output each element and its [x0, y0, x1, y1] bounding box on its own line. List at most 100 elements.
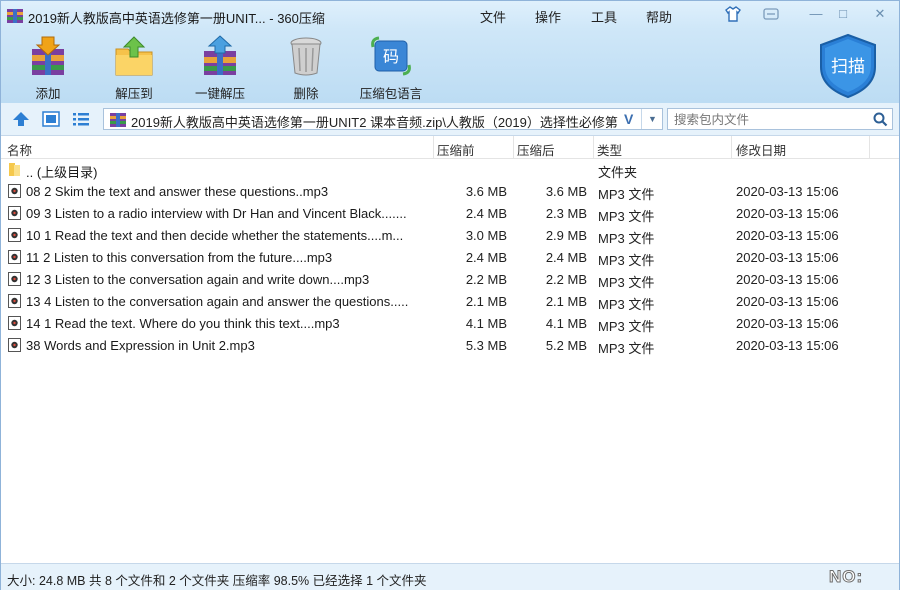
- archive-language-glyph: 码: [383, 47, 399, 66]
- search-icon[interactable]: [873, 112, 888, 127]
- zip-archive-icon: [110, 113, 126, 127]
- file-size-after: 5.2 MB: [545, 338, 587, 353]
- trash-icon: [290, 37, 322, 76]
- search-box[interactable]: [667, 108, 893, 130]
- one-click-extract-label: 一键解压: [194, 87, 245, 101]
- archive-language-label: 压缩包语言: [359, 87, 423, 101]
- mp3-file-icon: [8, 316, 21, 330]
- file-size-before: 2.1 MB: [465, 294, 507, 309]
- one-click-extract-icon: [204, 35, 236, 75]
- file-type: MP3 文件: [598, 187, 655, 202]
- file-row[interactable]: 38 Words and Expression in Unit 2.mp3 5.3…: [1, 334, 899, 356]
- up-arrow-icon[interactable]: [11, 110, 31, 128]
- column-name[interactable]: 名称: [7, 140, 32, 159]
- menu-operate[interactable]: 操作: [535, 7, 561, 26]
- file-row[interactable]: 13 4 Listen to the conversation again an…: [1, 290, 899, 312]
- mp3-file-icon: [8, 294, 21, 308]
- list-view-icon[interactable]: [71, 110, 91, 128]
- file-date: 2020-03-13 15:06: [736, 206, 839, 221]
- file-type: 文件夹: [598, 165, 638, 180]
- one-click-extract-button[interactable]: 一键解压: [185, 35, 255, 102]
- file-size-after: 2.9 MB: [545, 228, 587, 243]
- column-size-after[interactable]: 压缩后: [517, 140, 555, 159]
- file-row[interactable]: 09 3 Listen to a radio interview with Dr…: [1, 202, 899, 224]
- scan-label: 扫描: [831, 57, 865, 77]
- file-date: 2020-03-13 15:06: [736, 250, 839, 265]
- file-name: 09 3 Listen to a radio interview with Dr…: [26, 206, 407, 221]
- window-title: 2019新人教版高中英语选修第一册UNIT... - 360压缩: [28, 11, 325, 26]
- file-name: 12 3 Listen to the conversation again an…: [26, 272, 370, 287]
- file-date: 2020-03-13 15:06: [736, 228, 839, 243]
- mp3-file-icon: [8, 206, 21, 220]
- file-name: 38 Words and Expression in Unit 2.mp3: [26, 338, 255, 353]
- extract-folder-icon: [115, 36, 153, 76]
- menu-tools[interactable]: 工具: [591, 7, 617, 26]
- file-date: 2020-03-13 15:06: [736, 316, 839, 331]
- file-row[interactable]: 12 3 Listen to the conversation again an…: [1, 268, 899, 290]
- archive-language-icon: 码: [371, 36, 411, 76]
- file-name: .. (上级目录): [26, 165, 98, 180]
- menu-help[interactable]: 帮助: [646, 7, 672, 26]
- file-row[interactable]: .. (上级目录) 文件夹: [1, 158, 899, 180]
- file-size-before: 2.4 MB: [465, 206, 507, 221]
- file-size-before: 5.3 MB: [465, 338, 507, 353]
- thumbnail-view-icon[interactable]: [41, 110, 61, 128]
- column-size-before[interactable]: 压缩前: [437, 140, 475, 159]
- app-icon: [7, 9, 23, 23]
- add-button[interactable]: 添加: [13, 35, 83, 102]
- path-field[interactable]: 2019新人教版高中英语选修第一册UNIT2 课本音频.zip\人教版（2019…: [103, 108, 663, 130]
- mp3-file-icon: [8, 184, 21, 198]
- delete-button[interactable]: 删除: [271, 35, 341, 102]
- file-type: MP3 文件: [598, 253, 655, 268]
- file-date: 2020-03-13 15:06: [736, 294, 839, 309]
- archive-language-button[interactable]: 码 压缩包语言: [356, 35, 426, 102]
- file-size-after: 3.6 MB: [545, 184, 587, 199]
- file-type: MP3 文件: [598, 319, 655, 334]
- path-text: 2019新人教版高中英语选修第一册UNIT2 课本音频.zip\人教版（2019…: [131, 115, 618, 130]
- mp3-file-icon: [8, 272, 21, 286]
- file-date: 2020-03-13 15:06: [736, 184, 839, 199]
- file-type: MP3 文件: [598, 275, 655, 290]
- title-bar: 2019新人教版高中英语选修第一册UNIT... - 360压缩 文件 操作 工…: [1, 1, 899, 29]
- add-label: 添加: [35, 87, 61, 101]
- file-size-before: 2.2 MB: [465, 272, 507, 287]
- toolbar: 添加 解压到 一键解压 删除 码 压缩包语言 扫描: [1, 29, 899, 103]
- file-size-after: 4.1 MB: [545, 316, 587, 331]
- mp3-file-icon: [8, 228, 21, 242]
- file-name: 10 1 Read the text and then decide wheth…: [26, 228, 404, 243]
- file-row[interactable]: 08 2 Skim the text and answer these ques…: [1, 180, 899, 202]
- file-row[interactable]: 10 1 Read the text and then decide wheth…: [1, 224, 899, 246]
- path-dropdown-icon[interactable]: ▼: [641, 109, 663, 129]
- no-label: NO:: [828, 567, 864, 587]
- feedback-icon[interactable]: [761, 5, 781, 23]
- file-type: MP3 文件: [598, 341, 655, 356]
- column-date[interactable]: 修改日期: [736, 140, 786, 159]
- file-size-after: 2.3 MB: [545, 206, 587, 221]
- address-bar: 2019新人教版高中英语选修第一册UNIT2 课本音频.zip\人教版（2019…: [1, 103, 899, 136]
- scan-shield-button[interactable]: 扫描: [817, 33, 879, 99]
- file-row[interactable]: 14 1 Read the text. Where do you think t…: [1, 312, 899, 334]
- file-size-before: 3.6 MB: [465, 184, 507, 199]
- file-type: MP3 文件: [598, 297, 655, 312]
- file-size-after: 2.1 MB: [545, 294, 587, 309]
- file-name: 13 4 Listen to the conversation again an…: [26, 294, 409, 309]
- file-type: MP3 文件: [598, 209, 655, 224]
- app-window: 2019新人教版高中英语选修第一册UNIT... - 360压缩 文件 操作 工…: [0, 0, 900, 590]
- file-size-after: 2.4 MB: [545, 250, 587, 265]
- file-date: 2020-03-13 15:06: [736, 338, 839, 353]
- menu-file[interactable]: 文件: [480, 7, 506, 26]
- path-v-mark: V: [624, 111, 634, 127]
- folder-icon: [9, 163, 20, 176]
- file-row[interactable]: 11 2 Listen to this conversation from th…: [1, 246, 899, 268]
- file-size-before: 2.4 MB: [465, 250, 507, 265]
- skin-shirt-icon[interactable]: [723, 5, 743, 23]
- delete-label: 删除: [293, 87, 319, 101]
- column-type[interactable]: 类型: [597, 140, 622, 159]
- minimize-button[interactable]: —: [806, 5, 826, 23]
- search-input[interactable]: [672, 111, 866, 129]
- extract-to-button[interactable]: 解压到: [99, 35, 169, 102]
- maximize-button[interactable]: □: [833, 5, 853, 23]
- extract-to-label: 解压到: [115, 87, 153, 101]
- file-name: 08 2 Skim the text and answer these ques…: [26, 184, 329, 199]
- close-button[interactable]: ✕: [870, 5, 890, 23]
